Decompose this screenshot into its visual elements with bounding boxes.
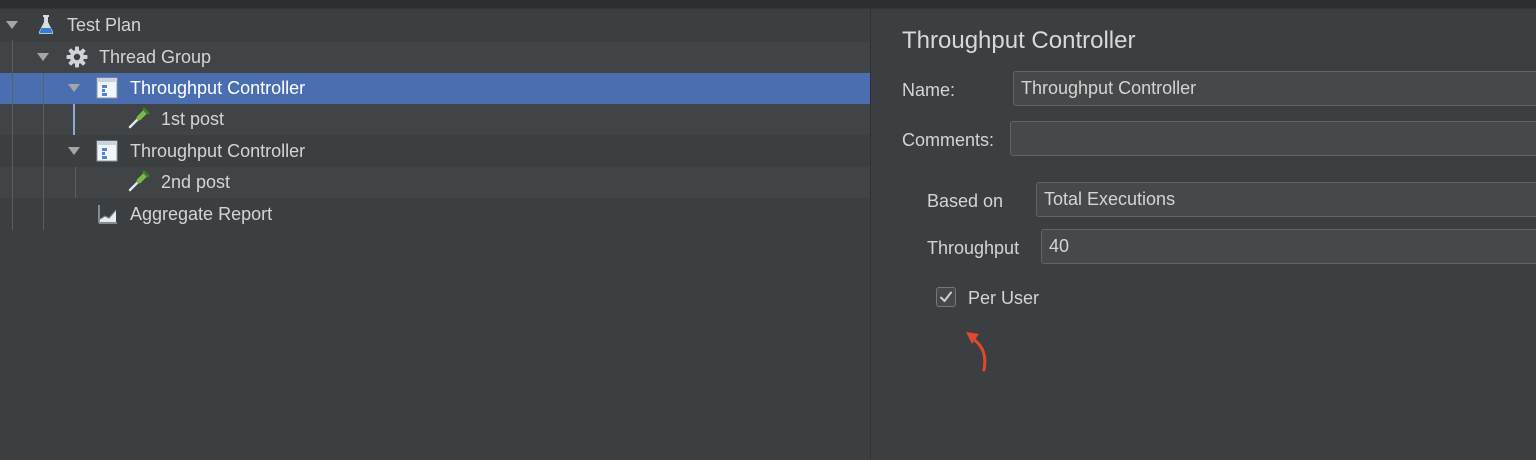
split-pane-divider[interactable] <box>870 9 888 460</box>
controller-icon <box>96 77 118 99</box>
based-on-select[interactable]: Total Executions <box>1036 182 1536 217</box>
comments-label: Comments: <box>902 130 995 150</box>
tree-item-label: Test Plan <box>67 15 142 35</box>
comments-field[interactable] <box>1010 121 1536 156</box>
tree-item-1st-post[interactable]: 1st post <box>0 104 870 135</box>
checkmark-icon <box>940 291 952 302</box>
tree-item-label: Thread Group <box>99 47 212 67</box>
tree-item-label: 1st post <box>161 109 225 129</box>
tree-item-2nd-post[interactable]: 2nd post <box>0 167 870 198</box>
expand-arrow-icon[interactable] <box>6 21 18 29</box>
report-chart-icon <box>98 205 117 224</box>
pipette-icon <box>128 107 150 129</box>
controller-icon <box>96 140 118 162</box>
tree-item-label: Throughput Controller <box>130 141 306 161</box>
tree-guide-line <box>43 73 44 230</box>
name-field[interactable]: Throughput Controller <box>1013 71 1536 106</box>
tree-item-thread-group[interactable]: Thread Group <box>0 42 870 73</box>
expand-arrow-icon[interactable] <box>68 84 80 92</box>
tree-item-label: 2nd post <box>161 172 231 192</box>
tree-item-aggregate-report[interactable]: Aggregate Report <box>0 199 870 230</box>
gear-icon <box>66 46 88 68</box>
throughput-field[interactable]: 40 <box>1041 229 1536 264</box>
top-toolbar-strip <box>0 0 1536 9</box>
name-label: Name: <box>902 80 956 100</box>
per-user-checkbox[interactable] <box>936 287 956 307</box>
flask-icon <box>38 15 54 34</box>
tree-guide-line <box>73 104 75 135</box>
based-on-label: Based on <box>927 191 1004 211</box>
expand-arrow-icon[interactable] <box>68 147 80 155</box>
tree-item-test-plan[interactable]: Test Plan <box>0 10 870 41</box>
per-user-label: Per User <box>968 288 1040 308</box>
tree-item-throughput-controller-2[interactable]: Throughput Controller <box>0 136 870 167</box>
test-plan-tree: Test Plan Thread Group Throughput Contro… <box>0 9 870 460</box>
throughput-controller-panel: Throughput Controller Name: Throughput C… <box>887 9 1536 460</box>
tree-item-label: Aggregate Report <box>130 204 273 224</box>
pipette-icon <box>128 170 150 192</box>
throughput-label: Throughput <box>927 238 1020 258</box>
tree-guide-line <box>75 167 76 198</box>
annotation-arrow <box>966 332 987 372</box>
tree-item-label: Throughput Controller <box>130 78 306 98</box>
expand-arrow-icon[interactable] <box>37 53 49 61</box>
tree-item-throughput-controller-1[interactable]: Throughput Controller <box>0 73 870 104</box>
tree-guide-line <box>12 40 13 230</box>
panel-title: Throughput Controller <box>902 27 1136 54</box>
